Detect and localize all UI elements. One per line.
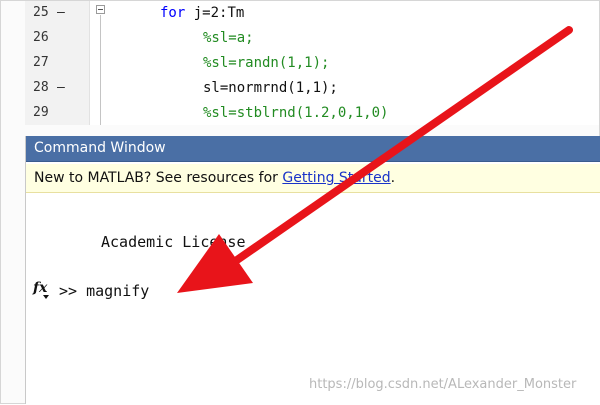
fx-icon[interactable]: fx [33,280,51,300]
code-keyword: for [160,5,186,21]
line-number-row: 28– [33,78,81,98]
command-window-title: Command Window [34,140,166,156]
breakpoint-marker[interactable]: – [57,3,71,23]
code-fold-collapse-icon[interactable] [96,5,105,14]
code-line-comment: %sl=stblrnd(1.2,0,1,0) [203,105,389,121]
getting-started-link[interactable]: Getting Started [282,170,390,186]
command-window[interactable]: Command Window New to MATLAB? See resour… [25,136,600,404]
line-number: 27 [33,55,49,70]
chevron-down-icon [43,295,49,299]
info-bar: New to MATLAB? See resources for Getting… [26,164,600,193]
command-prompt-line[interactable]: >> magnify [59,282,149,300]
info-text: New to MATLAB? See resources for Getting… [34,170,395,186]
info-prefix: New to MATLAB? See resources for [34,170,283,186]
line-number: 28 [33,80,49,95]
code-line: for j=2:Tm [160,3,244,23]
command-prompt: >> [59,282,87,300]
code-text: j=2:Tm [185,5,245,21]
watermark-text: https://blog.csdn.net/ALexander_Monster [309,377,577,392]
code-line: sl=normrnd(1,1); [203,80,338,96]
line-number: 26 [33,30,49,45]
line-number-gutter: 25– 26 27 28– 29 [25,1,90,125]
line-number: 25 [33,5,49,20]
code-line-comment: %sl=a; [203,30,254,46]
line-number-row: 27 [33,53,81,73]
matlab-window: 25– 26 27 28– 29 for j=2:Tm %sl=a; %sl=r… [0,0,600,404]
command-window-titlebar[interactable]: Command Window [26,136,600,162]
code-line-comment: %sl=randn(1,1); [203,55,330,71]
line-number: 29 [33,105,49,120]
command-input[interactable]: magnify [86,282,149,300]
code-fold-guide [100,15,101,125]
breakpoint-marker[interactable]: – [57,78,71,98]
line-number-row: 29 [33,103,81,123]
license-text: Academic License [101,233,246,251]
line-number-row: 26 [33,28,81,48]
info-suffix: . [390,170,396,186]
code-editor[interactable]: 25– 26 27 28– 29 for j=2:Tm %sl=a; %sl=r… [25,1,599,125]
line-number-row: 25– [33,3,81,23]
